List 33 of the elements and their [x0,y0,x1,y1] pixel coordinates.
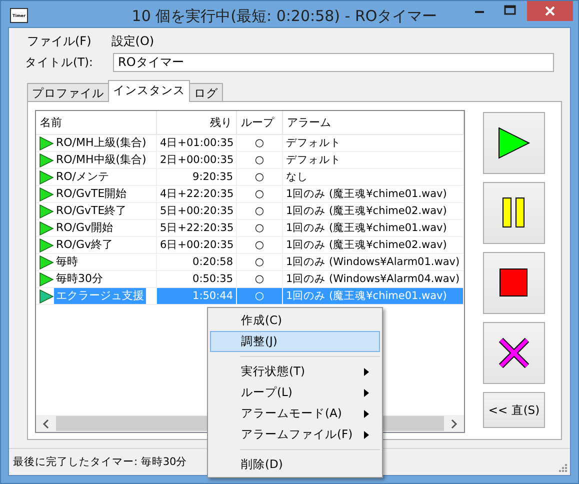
remaining-cell: 4日+01:00:35 [157,135,237,151]
remaining-cell: 0:50:35 [157,271,237,287]
remaining-cell: 6日+00:20:35 [157,237,237,253]
window-title: 10 個を実行中(最短: 0:20:58) - ROタイマー [130,7,438,26]
remaining-cell: 1:50:44 [157,288,237,304]
status-text: 最後に完了したタイマー: 毎時30分 [13,455,188,469]
remaining-cell: 4日+22:20:35 [157,186,237,202]
loop-cell: ○ [237,169,283,185]
alarm-cell: 1回のみ (魔王魂¥chime01.wav) [283,220,464,236]
alarm-cell: 1回のみ (魔王魂¥chime02.wav) [283,203,464,219]
alarm-cell: 1回のみ (魔王魂¥chime01.wav) [283,186,464,202]
loop-cell: ○ [237,152,283,168]
alarm-cell: 1回のみ (魔王魂¥chime01.wav) [283,288,464,304]
loop-cell: ○ [237,271,283,287]
loop-cell: ○ [237,135,283,151]
loop-cell: ○ [237,288,283,304]
remaining-cell: 5日+22:20:35 [157,220,237,236]
alarm-cell: 1回のみ (魔王魂¥chime02.wav) [283,237,464,253]
remaining-cell: 9:20:35 [157,169,237,185]
loop-cell: ○ [237,220,283,236]
loop-cell: ○ [237,237,283,253]
loop-cell: ○ [237,254,283,270]
loop-cell: ○ [237,203,283,219]
alarm-cell: デフォルト [283,152,464,168]
alarm-cell: 1回のみ (Windows¥Alarm01.wav) [283,254,464,270]
alarm-cell: なし [283,169,464,185]
remaining-cell: 0:20:58 [157,254,237,270]
alarm-cell: デフォルト [283,135,464,151]
remaining-cell: 5日+00:20:35 [157,203,237,219]
loop-cell: ○ [237,186,283,202]
alarm-cell: 1回のみ (Windows¥Alarm04.wav) [283,271,464,287]
remaining-cell: 2日+00:00:35 [157,152,237,168]
title-label: タイトル(T): [25,55,94,70]
